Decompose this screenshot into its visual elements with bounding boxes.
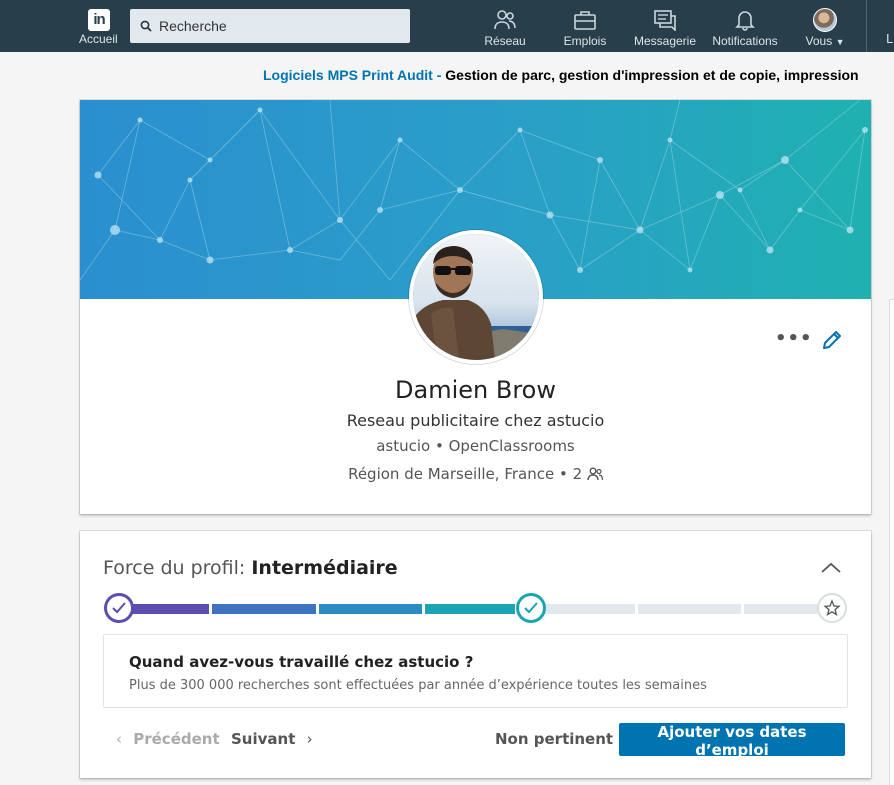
profile-strength-label: Force du profil:	[103, 557, 252, 579]
previous-button[interactable]: ‹ Précédent	[110, 730, 220, 748]
avatar	[813, 8, 837, 32]
more-options-button[interactable]: •••	[775, 328, 813, 349]
profile-card: ••• Damien Brow Reseau publicitaire chez…	[80, 100, 871, 514]
next-button[interactable]: Suivant ›	[231, 730, 319, 748]
nav-trailing-label[interactable]: L	[886, 32, 893, 46]
not-relevant-button[interactable]: Non pertinent	[495, 730, 613, 748]
profile-photo-image	[413, 234, 539, 360]
profile-location: Région de Marseille, France • 2	[348, 465, 583, 483]
nav-item-jobs[interactable]: Emplois	[559, 0, 611, 52]
bell-icon	[735, 11, 755, 31]
profile-strength-title: Force du profil: Intermédiaire	[103, 557, 398, 579]
nav-item-me-label-wrap: Vous ▼	[800, 34, 850, 48]
network-icon	[494, 10, 516, 30]
nav-item-me[interactable]: Vous ▼	[800, 0, 850, 52]
sponsored-ad[interactable]: Logiciels MPS Print Audit - Gestion de p…	[263, 67, 859, 83]
nav-item-messaging-label: Messagerie	[633, 34, 697, 48]
search-input[interactable]	[159, 18, 399, 34]
suggestion-question: Quand avez-vous travaillé chez astucio ?	[129, 653, 474, 671]
suggestion-description: Plus de 300 000 recherches sont effectué…	[129, 678, 707, 693]
nav-item-jobs-label: Emplois	[563, 34, 607, 48]
nav-item-network-label: Réseau	[484, 34, 526, 48]
ad-advertiser[interactable]: Logiciels MPS Print Audit -	[263, 67, 445, 83]
collapse-chevron-up-icon[interactable]	[820, 561, 842, 575]
add-employment-dates-button[interactable]: Ajouter vos dates d’emploi	[619, 723, 845, 759]
meter-segment	[638, 604, 741, 614]
meter-star-icon	[817, 593, 847, 623]
messaging-icon	[654, 10, 676, 31]
chevron-right-icon: ›	[306, 730, 313, 748]
meter-current-check-icon	[516, 593, 546, 623]
profile-strength-meter	[104, 593, 847, 623]
profile-organizations[interactable]: astucio • OpenClassrooms	[80, 437, 871, 455]
chevron-left-icon: ‹	[116, 730, 122, 748]
profile-headline: Reseau publicitaire chez astucio	[346, 411, 605, 430]
profile-photo[interactable]	[409, 230, 543, 364]
profile-name: Damien Brow	[395, 376, 556, 404]
nav-item-notifications-label: Notifications	[712, 34, 778, 48]
suggestion-box: Quand avez-vous travaillé chez astucio ?…	[103, 634, 848, 708]
right-column-edge	[890, 300, 894, 785]
meter-segment	[319, 604, 422, 614]
caret-down-icon: ▼	[835, 37, 845, 47]
search-box[interactable]	[130, 9, 410, 43]
top-navigation-bar: in Accueil Réseau Emplois Messagerie Not…	[0, 0, 894, 52]
meter-segment	[425, 604, 515, 614]
home-label[interactable]: Accueil	[79, 32, 118, 46]
previous-label: Précédent	[133, 730, 220, 748]
next-label: Suivant	[231, 730, 296, 748]
nav-item-me-label: Vous	[805, 34, 833, 48]
profile-location-connections: Région de Marseille, France • 2	[80, 465, 871, 483]
nav-item-network[interactable]: Réseau	[480, 0, 530, 52]
nav-item-messaging[interactable]: Messagerie	[632, 0, 698, 52]
nav-item-notifications[interactable]: Notifications	[707, 0, 783, 52]
meter-start-check-icon	[104, 593, 134, 623]
ad-text[interactable]: Gestion de parc, gestion d'impression et…	[445, 67, 858, 83]
profile-strength-card: Force du profil: Intermédiaire Quand ave…	[80, 531, 871, 778]
linkedin-logo-icon[interactable]: in	[88, 9, 110, 31]
profile-strength-level: Intermédiaire	[251, 557, 398, 579]
edit-pencil-icon[interactable]	[820, 328, 844, 352]
search-icon	[140, 20, 152, 32]
connections-icon[interactable]	[587, 467, 603, 481]
briefcase-icon	[574, 11, 596, 30]
nav-divider	[866, 0, 867, 52]
meter-segment	[212, 604, 316, 614]
